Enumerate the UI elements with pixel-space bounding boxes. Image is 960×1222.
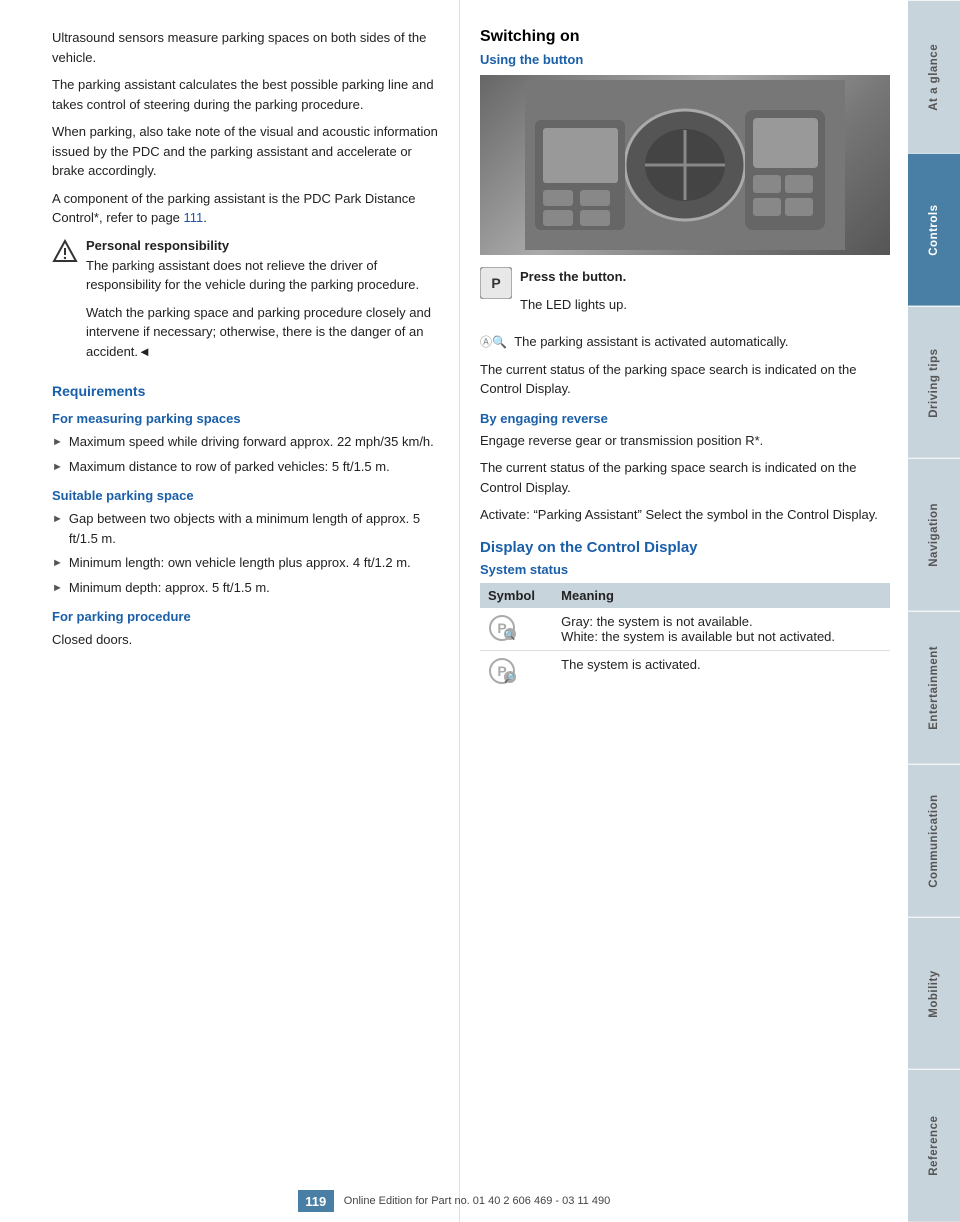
warning-title: Personal responsibility	[86, 238, 439, 253]
bullet-arrow-icon: ►	[52, 555, 63, 573]
press-text-block: Press the button. The LED lights up.	[520, 267, 627, 322]
page-number: 119	[298, 1190, 334, 1212]
svg-text:P: P	[491, 275, 500, 291]
suitable-bullets: ► Gap between two objects with a minimum…	[52, 509, 439, 597]
sidebar-tab-at-a-glance[interactable]: At a glance	[908, 0, 960, 153]
parking-symbol-active-icon: P 🔎	[488, 657, 516, 685]
edition-text: Online Edition for Part no. 01 40 2 606 …	[344, 1195, 610, 1207]
warning-text: The parking assistant does not relieve t…	[86, 256, 439, 295]
engage-p2: The current status of the parking space …	[480, 458, 890, 497]
intro-p4: A component of the parking assistant is …	[52, 189, 439, 228]
requirements-heading: Requirements	[52, 383, 439, 399]
svg-text:🔎: 🔎	[504, 672, 516, 683]
for-parking-heading: For parking procedure	[52, 609, 439, 624]
measuring-bullets: ► Maximum speed while driving forward ap…	[52, 432, 439, 476]
sidebar-tab-navigation[interactable]: Navigation	[908, 458, 960, 611]
list-item: ► Minimum length: own vehicle length plu…	[52, 553, 439, 573]
warning-box: Personal responsibility The parking assi…	[52, 238, 439, 370]
list-item: ► Maximum distance to row of parked vehi…	[52, 457, 439, 477]
symbol-active: P 🔎	[488, 657, 545, 685]
parking-symbol-1: Ⓐ🔍	[480, 335, 507, 349]
switching-heading: Switching on	[480, 28, 890, 46]
warning-content: Personal responsibility The parking assi…	[86, 238, 439, 370]
car-dashboard-svg	[525, 80, 845, 250]
sidebar-tab-entertainment[interactable]: Entertainment	[908, 611, 960, 764]
press-section: P Press the button. The LED lights up.	[480, 267, 890, 322]
press-text: Press the button.	[520, 267, 627, 287]
car-image	[480, 75, 890, 255]
led-text: The LED lights up.	[520, 295, 627, 315]
symbol-cell-active: P 🔎	[480, 650, 553, 691]
button-icon: P	[480, 267, 512, 299]
for-measuring-heading: For measuring parking spaces	[52, 411, 439, 426]
left-column: Ultrasound sensors measure parking space…	[0, 0, 460, 1222]
table-header-meaning: Meaning	[553, 583, 890, 608]
status-table: Symbol Meaning P 🔍	[480, 583, 890, 691]
list-item: ► Minimum depth: approx. 5 ft/1.5 m.	[52, 578, 439, 598]
car-img-inner	[480, 75, 890, 255]
bullet-arrow-icon: ►	[52, 580, 63, 598]
bullet-arrow-icon: ►	[52, 511, 63, 548]
sidebar-tab-driving-tips[interactable]: Driving tips	[908, 306, 960, 459]
symbol-cell-gray: P 🔍	[480, 608, 553, 651]
sidebar-tab-mobility[interactable]: Mobility	[908, 917, 960, 1070]
right-column: Switching on Using the button	[460, 0, 908, 1222]
intro-p1: Ultrasound sensors measure parking space…	[52, 28, 439, 67]
intro-p3: When parking, also take note of the visu…	[52, 122, 439, 181]
system-status-heading: System status	[480, 562, 890, 577]
sidebar-tab-communication[interactable]: Communication	[908, 764, 960, 917]
intro-p2: The parking assistant calculates the bes…	[52, 75, 439, 114]
bullet-arrow-icon: ►	[52, 459, 63, 477]
meaning-cell-active: The system is activated.	[553, 650, 890, 691]
suitable-parking-heading: Suitable parking space	[52, 488, 439, 503]
warning-extra: Watch the parking space and parking proc…	[86, 303, 439, 362]
page-link[interactable]: 111	[184, 210, 204, 225]
sidebar-tab-reference[interactable]: Reference	[908, 1069, 960, 1222]
engage-p1: Engage reverse gear or transmission posi…	[480, 431, 890, 451]
engage-p3: Activate: “Parking Assistant” Select the…	[480, 505, 890, 525]
display-heading: Display on the Control Display	[480, 539, 890, 556]
warning-icon	[52, 239, 78, 265]
meaning-cell-gray: Gray: the system is not available. White…	[553, 608, 890, 651]
table-header-symbol: Symbol	[480, 583, 553, 608]
table-row: P 🔍 Gray: the system is not available. W…	[480, 608, 890, 651]
page-footer: 119 Online Edition for Part no. 01 40 2 …	[0, 1190, 908, 1212]
for-parking-text: Closed doors.	[52, 630, 439, 650]
sidebar: At a glance Controls Driving tips Naviga…	[908, 0, 960, 1222]
table-row: P 🔎 The system is activated.	[480, 650, 890, 691]
using-button-heading: Using the button	[480, 52, 890, 67]
engaging-heading: By engaging reverse	[480, 411, 890, 426]
list-item: ► Gap between two objects with a minimum…	[52, 509, 439, 548]
list-item: ► Maximum speed while driving forward ap…	[52, 432, 439, 452]
activated-text: Ⓐ🔍 The parking assistant is activated au…	[480, 332, 890, 352]
main-content: Ultrasound sensors measure parking space…	[0, 0, 908, 1222]
sidebar-tab-controls[interactable]: Controls	[908, 153, 960, 306]
svg-text:🔍: 🔍	[504, 629, 515, 640]
bullet-arrow-icon: ►	[52, 434, 63, 452]
symbol-gray: P 🔍	[488, 614, 545, 642]
status-text: The current status of the parking space …	[480, 360, 890, 399]
parking-symbol-gray-icon: P 🔍	[488, 614, 516, 642]
